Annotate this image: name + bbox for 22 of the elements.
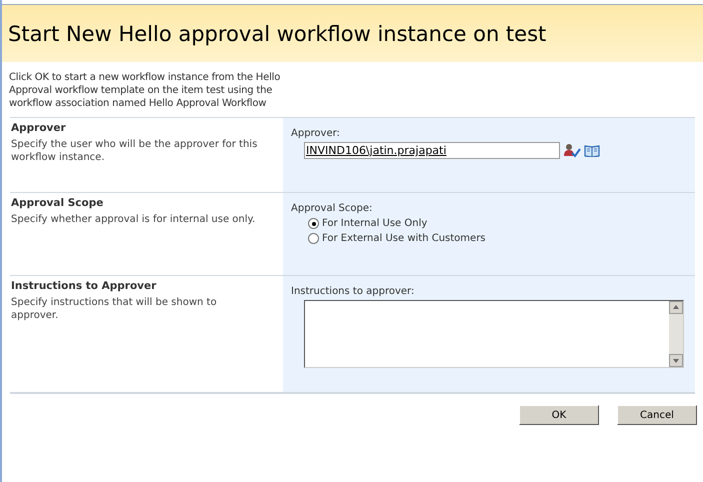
check-names-icon[interactable] xyxy=(563,142,581,158)
dialog-button[interactable]: Cancel xyxy=(617,405,697,425)
field-label: Approver: xyxy=(291,128,341,139)
section-description: Specify whether approval is for internal use only. xyxy=(11,213,256,226)
section-heading: Instructions to Approver xyxy=(11,280,158,292)
people-field[interactable]: INVIND106\jatin.prajapati xyxy=(304,142,560,159)
field-label: Instructions to approver: xyxy=(291,286,416,297)
radio-label[interactable]: For External Use with Customers xyxy=(322,233,486,244)
field-label: Approval Scope: xyxy=(291,203,374,214)
intro-text: Click OK to start a new workflow instance from the Hello Approval workflow template on the item test using the workflow association named Hello Approval Workflow xyxy=(8,71,282,109)
book-icon[interactable] xyxy=(584,144,600,157)
text-area[interactable] xyxy=(304,300,684,368)
dialog-button[interactable]: OK xyxy=(519,405,599,425)
radio-button[interactable] xyxy=(308,218,319,229)
page-title: Start New Hello approval workflow instance on test xyxy=(8,22,546,46)
section-description: Specify the user who will be the approver for this workflow instance. xyxy=(11,138,258,164)
radio-label[interactable]: For Internal Use Only xyxy=(322,218,428,229)
section-heading: Approval Scope xyxy=(11,197,104,209)
scrollbar[interactable] xyxy=(669,301,683,367)
section-heading: Approver xyxy=(11,122,67,134)
radio-button[interactable] xyxy=(308,233,319,244)
section-description: Specify instructions that will be shown to approver. xyxy=(11,296,218,322)
